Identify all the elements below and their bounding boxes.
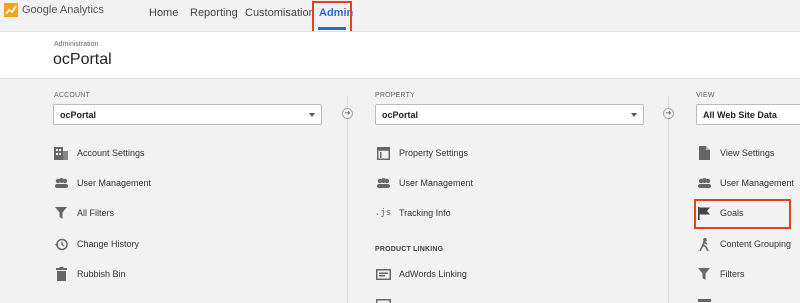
view-column-label: VIEW (696, 92, 715, 99)
property-user-management-label: User Management (399, 178, 474, 188)
nav-home[interactable]: Home (149, 7, 178, 19)
property-settings-label: Property Settings (399, 148, 469, 158)
view-filters-label: Filters (720, 269, 745, 279)
nav-customisation[interactable]: Customisation (245, 7, 315, 19)
change-history-item[interactable]: Change History (53, 235, 139, 253)
nav-reporting[interactable]: Reporting (190, 7, 238, 19)
property-user-management-item[interactable]: User Management (375, 174, 473, 192)
view-select[interactable]: All Web Site Data (696, 104, 800, 125)
breadcrumb: Administration (54, 41, 99, 48)
channel-icon (696, 297, 712, 303)
goals-highlight-box (694, 199, 791, 229)
history-icon (53, 237, 69, 251)
account-settings-label: Account Settings (77, 148, 145, 158)
all-filters-label: All Filters (77, 208, 115, 218)
adwords-linking-item[interactable]: AdWords Linking (375, 265, 467, 283)
change-history-label: Change History (77, 239, 140, 249)
account-column-label: ACCOUNT (54, 92, 91, 99)
content-grouping-item[interactable]: Content Grouping (696, 235, 791, 253)
adwords-icon (375, 267, 391, 281)
tracking-info-item[interactable]: .js Tracking Info (375, 204, 451, 222)
view-user-management-label: User Management (720, 178, 795, 188)
top-bar: Google Analytics Home Reporting Customis… (0, 0, 800, 30)
logo-text: Google Analytics (22, 4, 104, 16)
trash-icon (53, 267, 69, 281)
content-grouping-label: Content Grouping (720, 239, 792, 249)
analytics-logo-icon (4, 3, 18, 17)
column-divider (668, 96, 669, 303)
view-select-value: All Web Site Data (703, 110, 777, 120)
view-filters-item[interactable]: Filters (696, 265, 745, 283)
adwords-linking-label: AdWords Linking (399, 269, 467, 279)
window-icon (375, 146, 391, 160)
admin-highlight-box (312, 1, 352, 35)
property-select-value: ocPortal (382, 110, 419, 120)
tracking-info-label: Tracking Info (399, 208, 451, 218)
product-linking-heading: PRODUCT LINKING (375, 246, 444, 253)
account-user-management-item[interactable]: User Management (53, 174, 151, 192)
property-select[interactable]: ocPortal (375, 104, 644, 125)
page-header: Administration ocPortal (0, 31, 800, 79)
arrow-right-icon: ➜ (342, 108, 353, 119)
link-icon (375, 297, 391, 303)
walker-icon (696, 237, 712, 251)
js-icon: .js (374, 208, 392, 218)
logo[interactable]: Google Analytics (4, 3, 104, 17)
filter-icon (53, 206, 69, 220)
users-icon (53, 176, 69, 190)
partially-visible-view-item[interactable] (696, 295, 720, 303)
property-settings-item[interactable]: Property Settings (375, 144, 468, 162)
view-user-management-item[interactable]: User Management (696, 174, 794, 192)
document-icon (696, 146, 712, 160)
property-column-label: PROPERTY (375, 92, 415, 99)
caret-down-icon (309, 113, 315, 117)
arrow-right-icon: ➜ (663, 108, 674, 119)
view-settings-item[interactable]: View Settings (696, 144, 774, 162)
caret-down-icon (631, 113, 637, 117)
page-title: ocPortal (53, 51, 112, 68)
account-select-value: ocPortal (60, 110, 97, 120)
account-user-management-label: User Management (77, 178, 152, 188)
view-settings-label: View Settings (720, 148, 775, 158)
users-icon (375, 176, 391, 190)
building-icon (53, 146, 69, 160)
account-select[interactable]: ocPortal (53, 104, 322, 125)
users-icon (696, 176, 712, 190)
all-filters-item[interactable]: All Filters (53, 204, 114, 222)
filter-icon (696, 267, 712, 281)
rubbish-bin-label: Rubbish Bin (77, 269, 126, 279)
rubbish-bin-item[interactable]: Rubbish Bin (53, 265, 126, 283)
account-settings-item[interactable]: Account Settings (53, 144, 145, 162)
partially-visible-linking-item[interactable] (375, 295, 399, 303)
column-divider (347, 96, 348, 303)
